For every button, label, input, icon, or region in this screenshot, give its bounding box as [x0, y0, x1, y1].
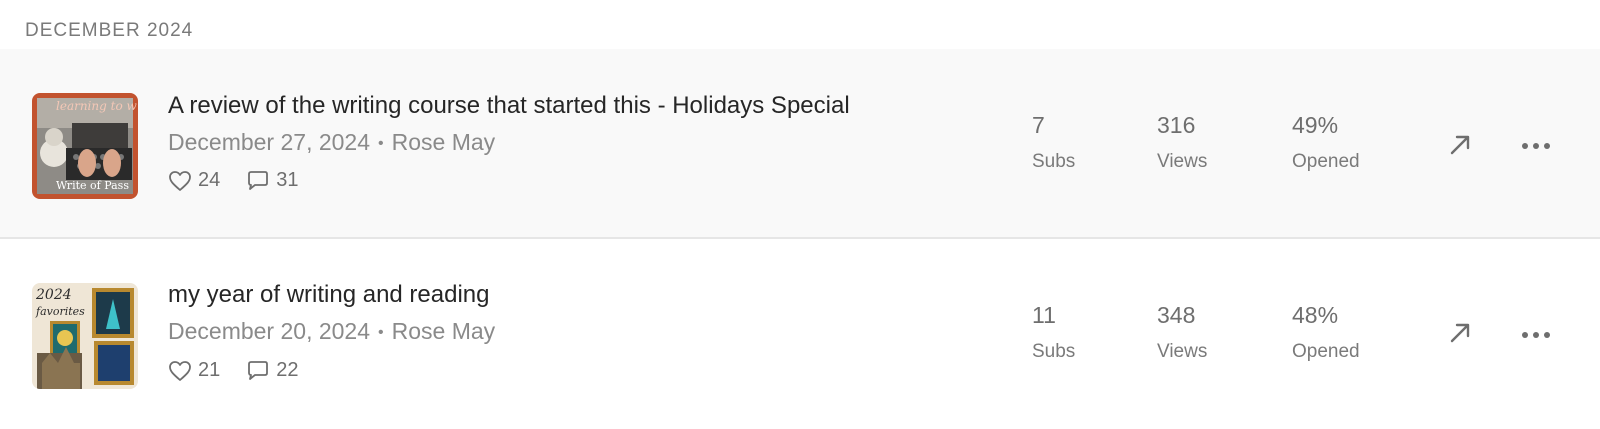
post-title[interactable]: A review of the writing course that star… [168, 92, 850, 120]
post-author[interactable]: Rose May [392, 318, 496, 344]
post-thumbnail[interactable]: learning to w Write of Pass [32, 93, 138, 199]
like-count: 24 [198, 169, 221, 191]
opened-label: Opened [1292, 341, 1360, 362]
svg-text:favorites: favorites [35, 305, 85, 318]
post-row[interactable]: learning to w Write of Pass A review of … [0, 49, 1600, 237]
opened-value: 49% [1292, 112, 1339, 138]
post-date: December 20, 2024 [168, 318, 371, 344]
svg-text:2024: 2024 [35, 287, 72, 303]
speech-bubble-icon[interactable] [246, 360, 270, 382]
opened-label: Opened [1292, 151, 1360, 172]
opened-value: 48% [1292, 302, 1339, 328]
subs-label: Subs [1032, 151, 1076, 172]
post-meta: December 27, 2024 • Rose May [168, 129, 495, 156]
section-header: DECEMBER 2024 [25, 20, 194, 41]
stat-subs: 11 Subs [1032, 302, 1075, 363]
post-thumbnail[interactable]: 2024 favorites [32, 283, 138, 389]
post-date: December 27, 2024 [168, 129, 371, 155]
heart-icon[interactable] [168, 170, 192, 192]
views-label: Views [1157, 341, 1208, 362]
post-row[interactable]: 2024 favorites my year of writing and re… [0, 239, 1600, 427]
post-engagement: 24 31 [168, 169, 299, 192]
post-engagement: 21 22 [168, 359, 299, 382]
like-count: 21 [198, 359, 221, 381]
comment-count: 31 [276, 169, 299, 191]
stat-opened: 49% Opened [1292, 112, 1360, 173]
views-value: 316 [1157, 112, 1196, 138]
post-thumbnail-image: 2024 favorites [32, 283, 138, 389]
post-thumbnail-image: learning to w Write of Pass [32, 93, 138, 199]
heart-icon[interactable] [168, 360, 192, 382]
post-title[interactable]: my year of writing and reading [168, 281, 490, 309]
post-author[interactable]: Rose May [392, 129, 496, 155]
stat-opened: 48% Opened [1292, 302, 1360, 363]
svg-text:learning to w: learning to w [56, 99, 137, 113]
ellipsis-icon[interactable] [1520, 138, 1552, 156]
subs-value: 11 [1032, 302, 1056, 328]
views-value: 348 [1157, 302, 1196, 328]
comment-count: 22 [276, 359, 299, 381]
subs-label: Subs [1032, 341, 1076, 362]
stat-views: 316 Views [1157, 112, 1207, 173]
ellipsis-icon[interactable] [1520, 327, 1552, 345]
meta-separator: • [378, 324, 384, 341]
post-meta: December 20, 2024 • Rose May [168, 318, 495, 345]
stat-views: 348 Views [1157, 302, 1207, 363]
arrow-up-right-icon[interactable] [1448, 133, 1472, 162]
stat-subs: 7 Subs [1032, 112, 1075, 173]
svg-text:Write of Pass: Write of Pass [56, 179, 129, 192]
subs-value: 7 [1032, 112, 1045, 138]
meta-separator: • [378, 135, 384, 152]
arrow-up-right-icon[interactable] [1448, 321, 1472, 350]
speech-bubble-icon[interactable] [246, 170, 270, 192]
views-label: Views [1157, 151, 1208, 172]
